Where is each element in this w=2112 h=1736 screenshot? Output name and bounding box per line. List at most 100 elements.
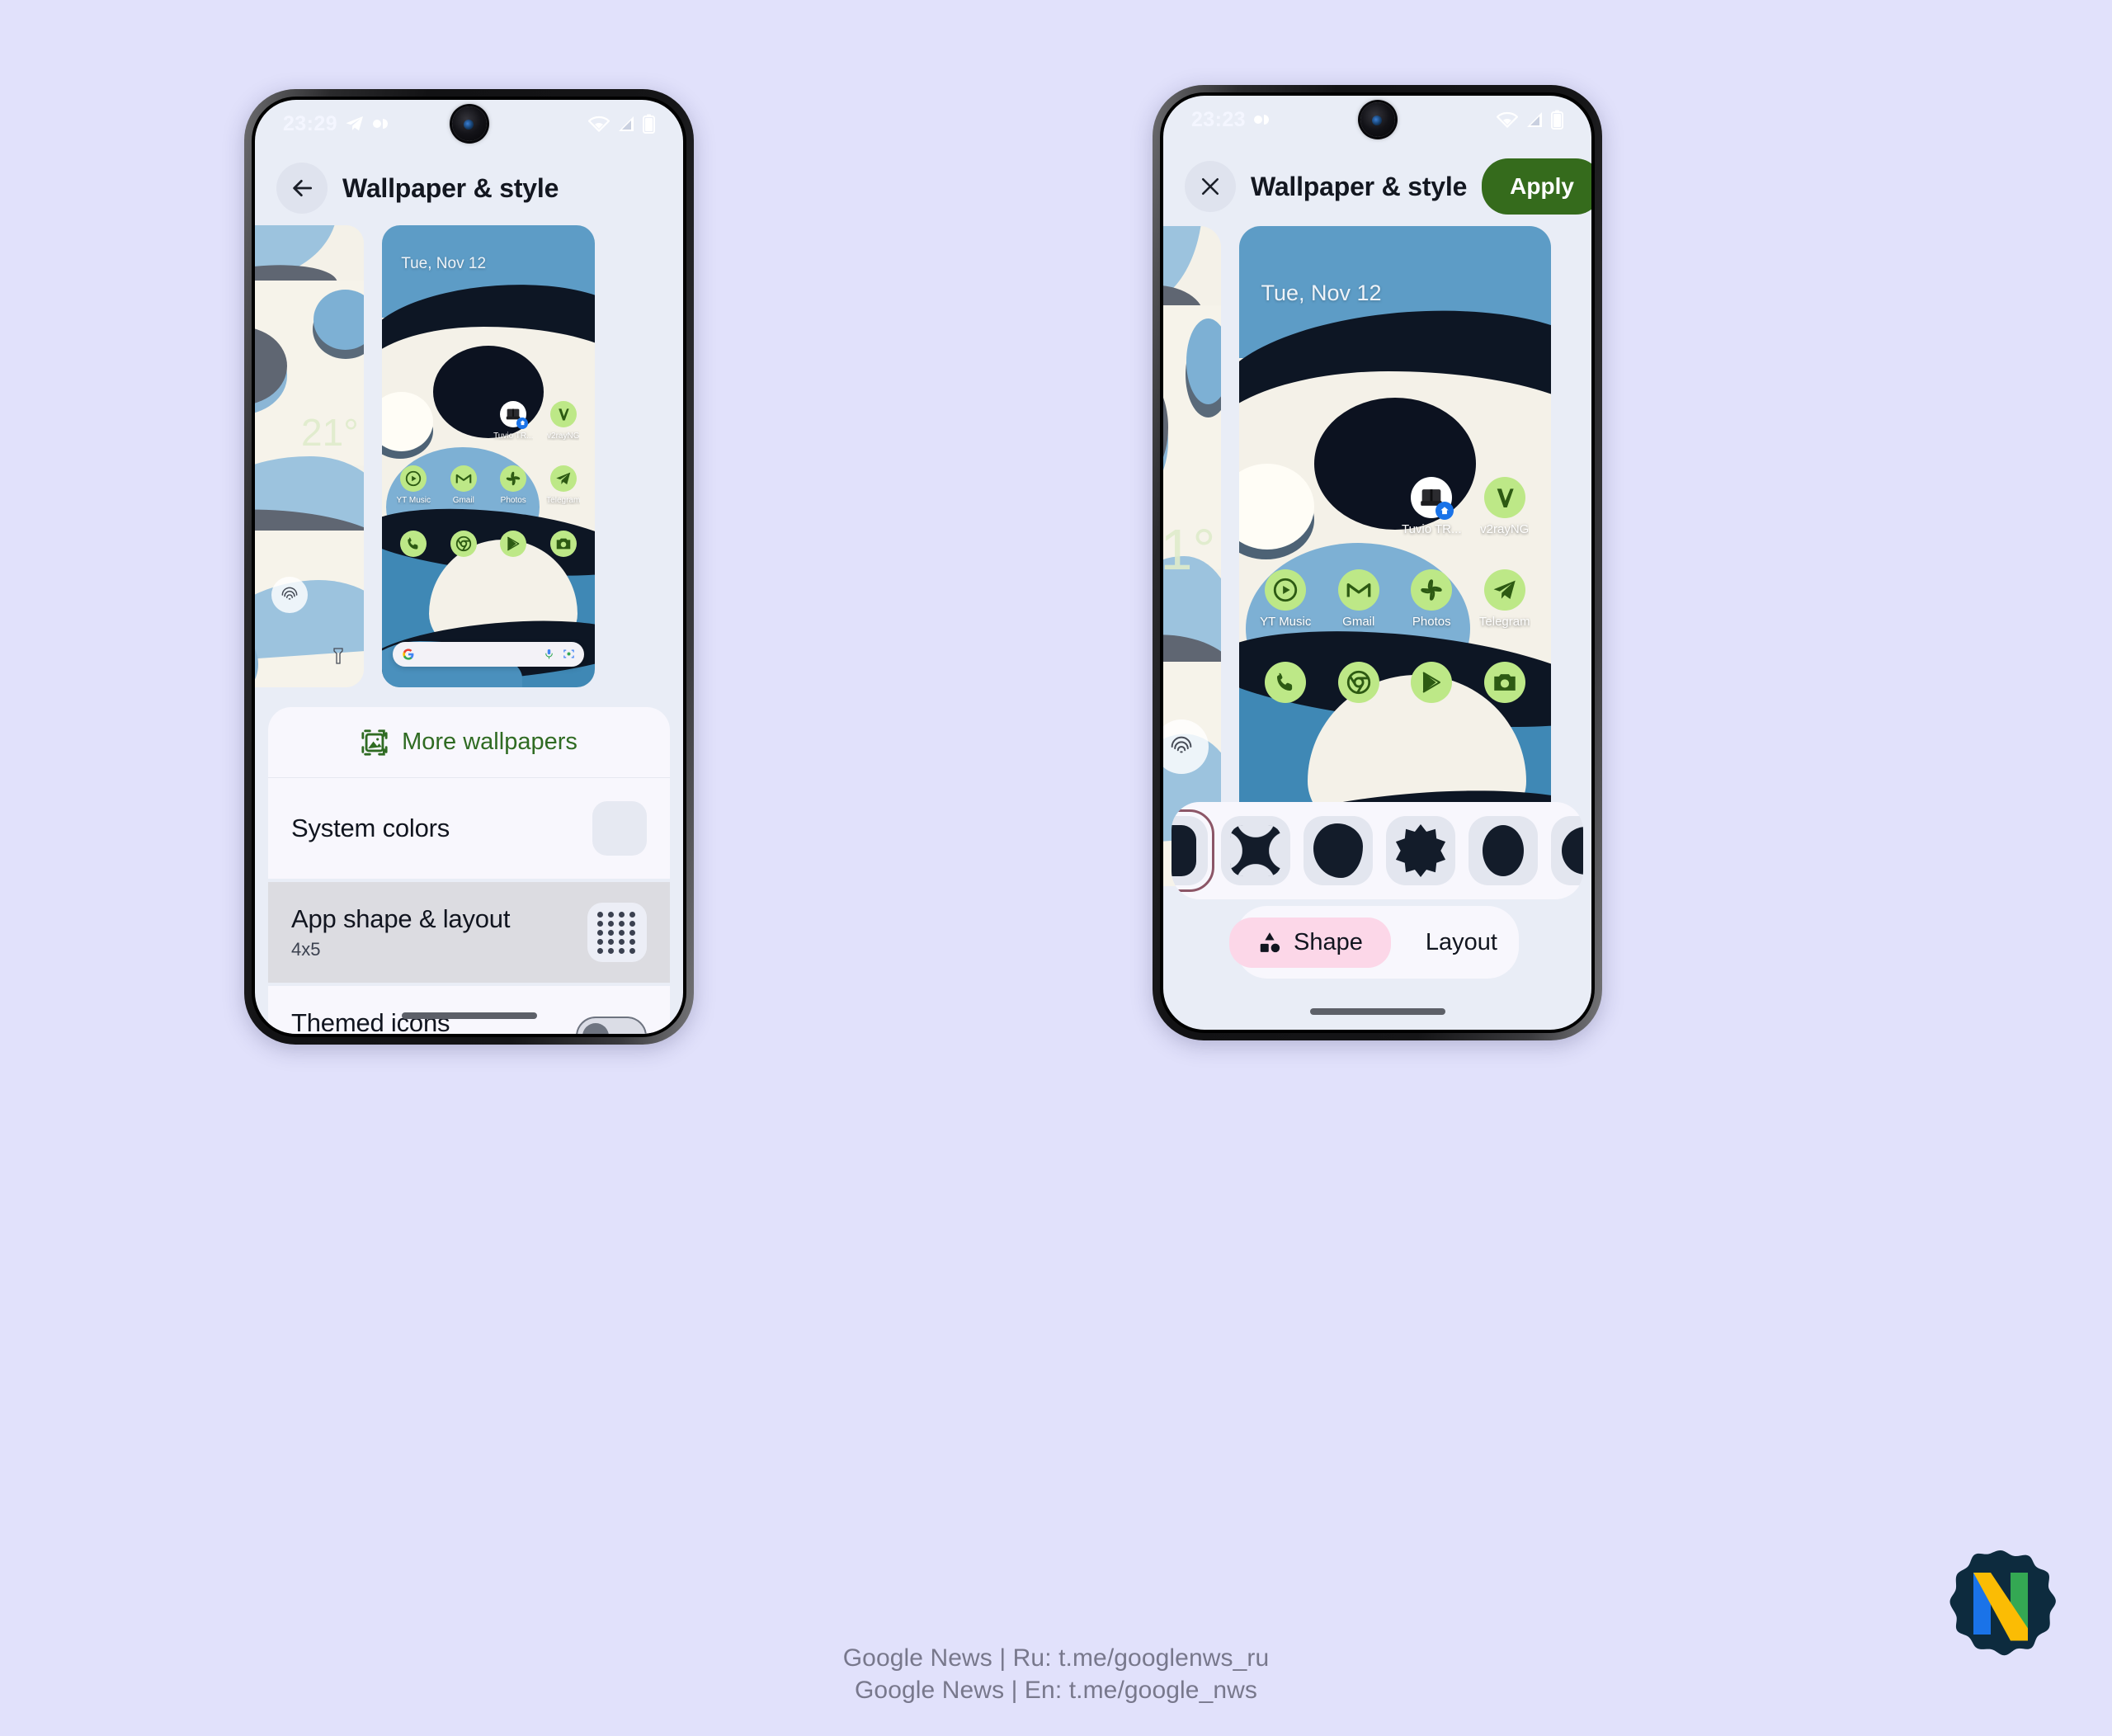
app-bar-left: Wallpaper & style — [255, 148, 683, 225]
camera-icon — [1483, 662, 1525, 703]
tab-layout[interactable]: Layout — [1398, 918, 1525, 968]
home-screen-preview-right[interactable]: Tue, Nov 12 Tuvio TR... v2rayNG YT Music… — [1239, 226, 1551, 886]
dock-icon-phone[interactable] — [1249, 662, 1322, 703]
app-label: Telegram — [1478, 615, 1530, 629]
close-button[interactable] — [1185, 161, 1236, 212]
wallpaper-art — [255, 225, 364, 687]
shape-option-rounded-square[interactable] — [1172, 809, 1214, 892]
color-swatch-preview[interactable] — [592, 801, 647, 856]
home-date-label: Tue, Nov 12 — [1261, 281, 1382, 306]
back-button[interactable] — [276, 163, 328, 214]
shape-option-blob[interactable] — [1304, 816, 1373, 885]
lock-screen-preview-left[interactable]: 21° — [255, 225, 364, 687]
gmail-icon — [1337, 569, 1379, 611]
app-icon-yt-music[interactable]: YT Music — [389, 465, 439, 505]
app-icon-telegram[interactable]: Telegram — [1468, 569, 1542, 629]
fingerprint-icon — [281, 587, 298, 601]
home-date-label: Tue, Nov 12 — [401, 255, 487, 273]
chrome-icon — [450, 530, 477, 557]
dock-row — [1239, 662, 1551, 703]
lock-temperature: 21° — [301, 411, 359, 454]
app-icon-v2rayng[interactable]: v2rayNG — [539, 400, 589, 441]
microphone-icon — [545, 649, 553, 659]
front-camera-punch-hole — [1360, 102, 1395, 137]
app-icon-tuvio[interactable]: Tuvio TR... — [488, 400, 539, 441]
more-wallpapers-label: More wallpapers — [402, 729, 578, 755]
signal-icon — [1527, 112, 1542, 127]
themed-icons-toggle[interactable] — [576, 1017, 647, 1034]
camera-icon — [549, 530, 577, 557]
dock-row — [382, 530, 595, 557]
dock-icon-chrome[interactable] — [1322, 662, 1396, 703]
app-icon-telegram[interactable]: Telegram — [539, 465, 589, 505]
shape-option-squircle[interactable] — [1551, 816, 1583, 885]
navigation-bar-handle[interactable] — [1309, 1008, 1445, 1015]
settings-card: More wallpapers System colors App shape … — [268, 707, 670, 1034]
shape-picker-carousel[interactable] — [1172, 802, 1583, 899]
app-icon-tuvio[interactable]: Tuvio TR... — [1395, 477, 1468, 536]
close-icon — [1201, 177, 1219, 196]
wallpaper-art — [1239, 226, 1551, 886]
dock-icon-play-store[interactable] — [1395, 662, 1468, 703]
settings-row-themed-icons[interactable]: Themed icons Beta — [268, 986, 670, 1034]
shape-option-oval[interactable] — [1468, 816, 1538, 885]
dock-icon-camera[interactable] — [1468, 662, 1542, 703]
google-news-badge-logo — [1939, 1548, 2062, 1672]
settings-row-app-shape-layout[interactable]: App shape & layout 4x5 — [268, 882, 670, 983]
app-icon-photos[interactable]: Photos — [1395, 569, 1468, 629]
home-screen-preview-left[interactable]: Tue, Nov 12 Tuvio TR... v2rayNG YT Music… — [382, 225, 595, 687]
phone-right-bezel: 23:23 Wallpaper & style Apply 1° Tue, No… — [1160, 92, 1595, 1033]
dock-icon-camera[interactable] — [539, 530, 589, 557]
front-camera-punch-hole — [451, 106, 487, 141]
app-label: Telegram — [546, 496, 581, 506]
lock-temperature: 21° — [1163, 517, 1216, 582]
dock-icon-phone[interactable] — [389, 530, 439, 557]
telegram-icon — [346, 116, 363, 131]
oval-shape-icon — [1483, 825, 1524, 876]
app-label: Photos — [1412, 615, 1451, 629]
settings-row-subtitle: 4x5 — [291, 939, 321, 960]
app-label: YT Music — [1260, 615, 1312, 629]
dock-icon-play-store[interactable] — [488, 530, 539, 557]
app-icon-gmail[interactable]: Gmail — [439, 465, 489, 505]
app-icon-photos[interactable]: Photos — [488, 465, 539, 505]
google-search-bar[interactable] — [392, 641, 585, 667]
rounded-square-shape-icon — [1172, 825, 1196, 876]
grid-layout-preview[interactable] — [587, 903, 647, 962]
phone-left-bezel: 23:29 Wallpaper & style 21° Tue, Nov 12 … — [252, 97, 686, 1037]
more-wallpapers-button[interactable]: More wallpapers — [268, 707, 670, 778]
status-bar-right-group — [1497, 110, 1563, 130]
status-bar-left-group: 23:29 — [283, 112, 389, 136]
settings-row-text: App shape & layout 4x5 — [291, 904, 576, 960]
lock-screen-preview-right[interactable]: 21° — [1163, 226, 1221, 886]
app-icon-gmail[interactable]: Gmail — [1322, 569, 1396, 629]
signal-icon — [619, 116, 634, 131]
shapes-icon — [1260, 932, 1280, 953]
app-icon-v2rayng[interactable]: v2rayNG — [1468, 477, 1542, 536]
app-icon-yt-music[interactable]: YT Music — [1249, 569, 1322, 629]
wallpaper-preview-row-right: 21° — [1163, 226, 1591, 886]
shape-option-four-cusp[interactable] — [1221, 816, 1290, 885]
app-label: Photos — [500, 496, 526, 506]
navigation-bar-handle[interactable] — [401, 1012, 537, 1019]
fingerprint-icon — [1171, 736, 1191, 753]
back-arrow-icon — [293, 179, 313, 197]
dnd-icon — [1253, 115, 1269, 125]
apply-button[interactable]: Apply — [1482, 158, 1591, 215]
settings-row-system-colors[interactable]: System colors — [268, 778, 670, 879]
telegram-icon — [1483, 569, 1525, 611]
play-store-icon — [500, 530, 527, 557]
shape-option-star-burst[interactable] — [1386, 816, 1455, 885]
app-label: YT Music — [396, 496, 431, 506]
tab-shape[interactable]: Shape — [1229, 917, 1391, 968]
telegram-icon — [549, 465, 577, 493]
flashlight-button[interactable] — [331, 647, 346, 669]
footer-line-en: Google News | En: t.me/google_nws — [854, 1676, 1258, 1704]
app-label: Gmail — [452, 496, 474, 506]
dock-icon-chrome[interactable] — [439, 530, 489, 557]
app-bar-right: Wallpaper & style Apply — [1163, 144, 1591, 226]
footer-line-ru: Google News | Ru: t.me/googlenws_ru — [842, 1644, 1270, 1672]
app-label: Tuvio TR... — [1401, 522, 1462, 536]
app-label: v2rayNG — [547, 431, 580, 441]
phone-right: 23:23 Wallpaper & style Apply 1° Tue, No… — [1153, 85, 1602, 1040]
